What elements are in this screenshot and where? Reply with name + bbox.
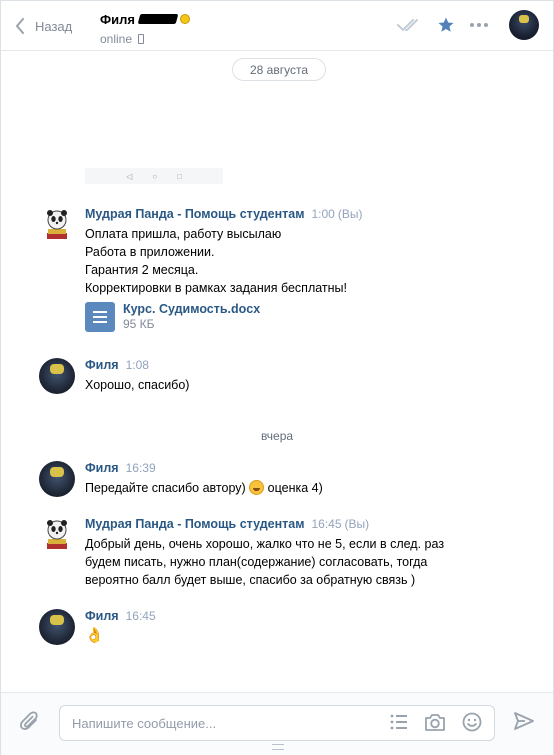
- message-line: Оплата пришла, работу высылаю: [85, 227, 282, 241]
- avatar[interactable]: [39, 517, 75, 553]
- chevron-left-icon: [16, 18, 24, 34]
- redacted-mark: [137, 14, 179, 24]
- date-separator[interactable]: 28 августа: [232, 58, 326, 81]
- message-line: вероятно балл будет выше, спасибо за обр…: [85, 573, 416, 587]
- message-time[interactable]: 16:45: [311, 517, 341, 531]
- panda-icon: [47, 520, 67, 549]
- grin-emoji-icon: [249, 480, 265, 495]
- camera-icon[interactable]: [424, 712, 446, 732]
- message-author[interactable]: Мудрая Панда - Помощь студентам: [85, 517, 304, 531]
- star-icon[interactable]: [437, 10, 455, 40]
- circle-home-icon: ○: [152, 171, 158, 181]
- input-actions: [390, 712, 482, 732]
- day-divider: вчера: [260, 429, 294, 443]
- avatar[interactable]: [39, 207, 75, 243]
- message-input[interactable]: [72, 714, 372, 732]
- message-body: Филя 16:45 👌: [85, 609, 156, 645]
- template-list-icon[interactable]: [390, 714, 408, 730]
- message-author[interactable]: Мудрая Панда - Помощь студентам: [85, 207, 304, 221]
- composer: [1, 692, 553, 755]
- message-author[interactable]: Филя: [85, 461, 119, 475]
- message-line: Хорошо, спасибо): [85, 378, 190, 392]
- message-time[interactable]: 16:45: [126, 609, 156, 623]
- more-icon[interactable]: [469, 10, 489, 40]
- own-mark: (Вы): [344, 517, 370, 531]
- message-time[interactable]: 1:00: [311, 207, 334, 221]
- resize-grip[interactable]: [272, 744, 284, 750]
- own-mark: (Вы): [337, 207, 363, 221]
- message-line: будем писать, нужно план(содержание) сог…: [85, 555, 428, 569]
- message-author[interactable]: Филя: [85, 609, 119, 623]
- header-actions: [397, 10, 539, 40]
- message-line: Корректировки в рамках задания бесплатны…: [85, 281, 348, 295]
- square-recent-icon: □: [177, 171, 182, 181]
- attach-icon[interactable]: [19, 710, 41, 737]
- message-line: Передайте спасибо автору) оценка 4): [85, 479, 323, 497]
- message-text: Передайте спасибо автору): [85, 481, 246, 495]
- avatar[interactable]: [39, 358, 75, 394]
- send-icon[interactable]: [513, 711, 535, 734]
- back-label: Назад: [35, 18, 73, 34]
- message: Филя 16:45 👌: [39, 609, 519, 649]
- message-author[interactable]: Филя: [85, 358, 119, 372]
- nav-strip: ◁ ○ □: [85, 168, 223, 184]
- message-input-box[interactable]: [59, 705, 495, 741]
- message-time[interactable]: 16:39: [126, 461, 156, 475]
- back-button[interactable]: Назад: [15, 15, 72, 37]
- document-icon[interactable]: [85, 302, 115, 332]
- peer-avatar[interactable]: [509, 10, 539, 40]
- message: Филя 1:08 Хорошо, спасибо): [39, 358, 519, 398]
- panda-icon: [47, 210, 67, 239]
- triangle-back-icon: ◁: [126, 171, 133, 181]
- message-text: оценка 4): [267, 481, 323, 495]
- message-body: Филя 16:39 Передайте спасибо автору) оце…: [85, 461, 323, 497]
- peer-info[interactable]: Филя online: [100, 10, 190, 46]
- message-body: Мудрая Панда - Помощь студентам 16:45 (В…: [85, 517, 444, 589]
- peer-name: Филя: [100, 11, 135, 27]
- message-time[interactable]: 1:08: [126, 358, 149, 372]
- message: Филя 16:39 Передайте спасибо автору) оце…: [39, 461, 519, 501]
- avatar[interactable]: [39, 609, 75, 645]
- message-line: Работа в приложении.: [85, 245, 215, 259]
- emoji-icon: [179, 14, 190, 24]
- doc-attachment[interactable]: Курс. Судимость.docx 95 КБ: [85, 302, 362, 332]
- doc-size: 95 КБ: [123, 317, 155, 331]
- message: Мудрая Панда - Помощь студентам 1:00 (Вы…: [39, 207, 519, 337]
- avatar[interactable]: [39, 461, 75, 497]
- message-line: Добрый день, очень хорошо, жалко что не …: [85, 537, 445, 551]
- read-checkmarks-icon[interactable]: [397, 10, 423, 40]
- emoji-picker-icon[interactable]: [462, 712, 482, 732]
- message-body: Мудрая Панда - Помощь студентам 1:00 (Вы…: [85, 207, 362, 332]
- peer-status: online: [100, 32, 133, 46]
- chat-window: Назад Филя online 28 августа ◁ ○ □ Мудра…: [0, 0, 554, 755]
- ok-hand-emoji: 👌: [85, 627, 104, 644]
- mobile-icon: [138, 34, 145, 44]
- doc-name[interactable]: Курс. Судимость.docx: [123, 302, 260, 317]
- chat-header: Назад Филя online: [1, 1, 553, 51]
- message-body: Филя 1:08 Хорошо, спасибо): [85, 358, 189, 394]
- message: Мудрая Панда - Помощь студентам 16:45 (В…: [39, 517, 519, 593]
- message-line: Гарантия 2 месяца.: [85, 263, 199, 277]
